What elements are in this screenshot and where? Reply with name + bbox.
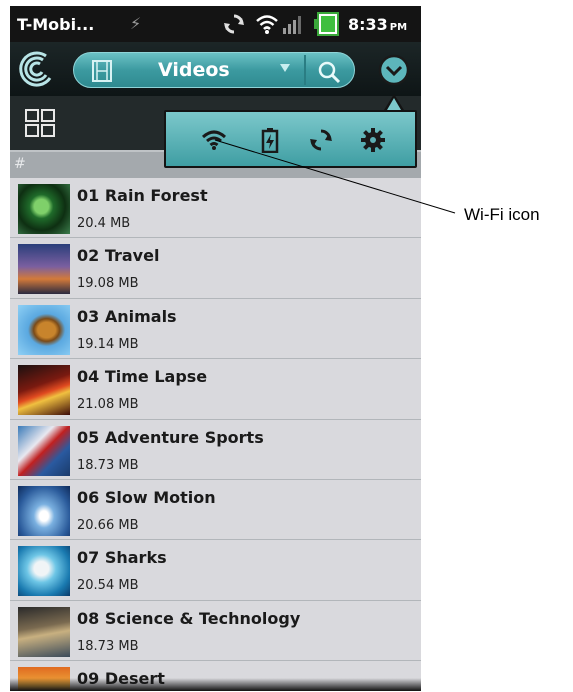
callout-line [214, 139, 456, 214]
callout-label: Wi-Fi icon [464, 205, 540, 224]
